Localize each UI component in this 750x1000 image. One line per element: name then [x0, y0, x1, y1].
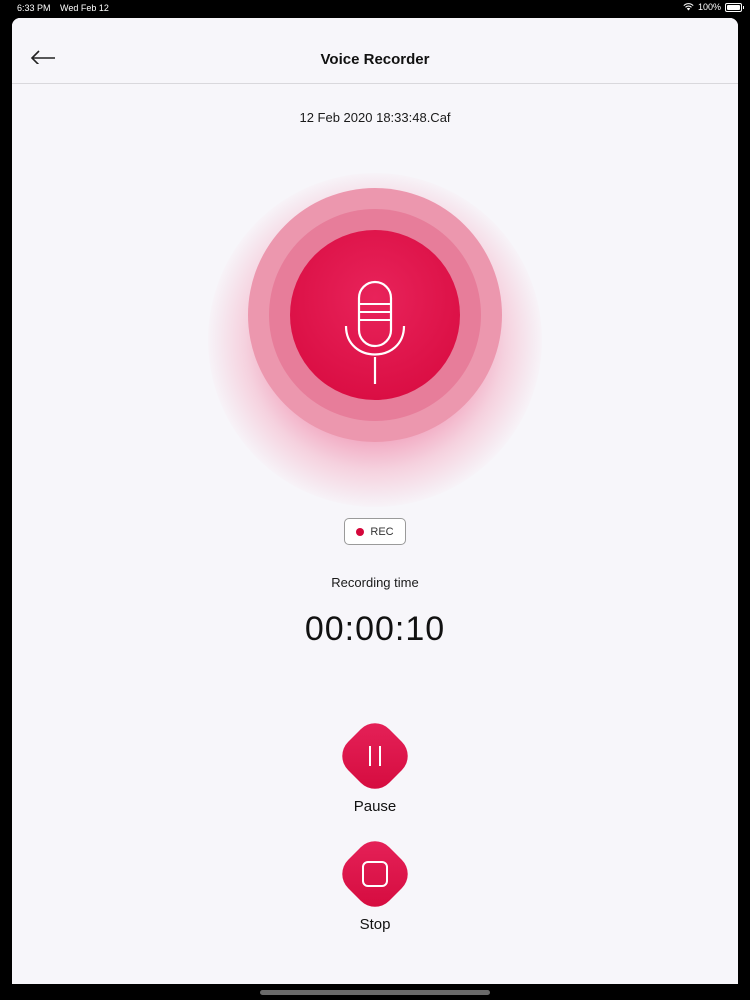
home-indicator[interactable]: [260, 990, 490, 995]
status-right: 100%: [683, 2, 744, 12]
pause-label: Pause: [353, 798, 397, 815]
pause-button[interactable]: [333, 714, 417, 798]
recorder-sheet: Voice Recorder 12 Feb 2020 18:33:48.Caf …: [12, 18, 738, 984]
stop-icon: [362, 861, 388, 887]
recording-timer: 00:00:10: [304, 610, 446, 648]
microphone-icon: [344, 280, 406, 384]
rec-status-badge: REC: [344, 518, 406, 545]
status-date: Wed Feb 12: [60, 3, 109, 13]
record-button[interactable]: [290, 230, 460, 400]
status-bar: 6:33 PM Wed Feb 12 100%: [0, 0, 750, 16]
rec-badge-label: REC: [370, 525, 394, 538]
pause-icon: [369, 746, 381, 766]
recording-file-name: 12 Feb 2020 18:33:48.Caf: [299, 110, 451, 125]
stop-button[interactable]: [333, 832, 417, 916]
recording-time-label: Recording time: [331, 575, 419, 590]
status-time: 6:33 PM: [17, 3, 51, 13]
page-title: Voice Recorder: [320, 51, 430, 68]
recording-dot-icon: [356, 527, 365, 536]
wifi-icon: [683, 3, 694, 11]
navigation-bar: Voice Recorder: [12, 18, 738, 84]
stop-label: Stop: [359, 916, 391, 933]
battery-icon: [725, 2, 744, 12]
battery-percent: 100%: [697, 2, 721, 12]
